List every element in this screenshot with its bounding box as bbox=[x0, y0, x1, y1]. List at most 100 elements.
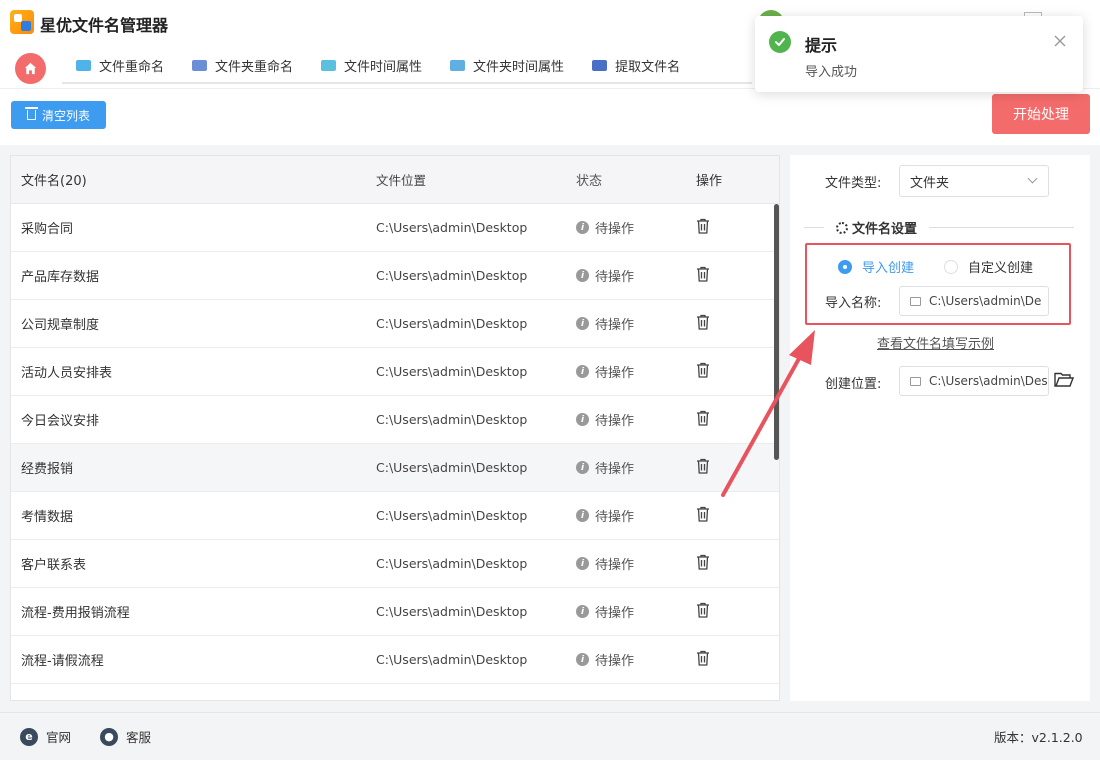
info-icon: i bbox=[576, 557, 589, 570]
clear-list-label: 清空列表 bbox=[41, 108, 90, 123]
row-location: C:\Users\admin\Desktop bbox=[376, 364, 528, 379]
tab-icon bbox=[321, 59, 337, 71]
header-filename: 文件名(20) bbox=[21, 174, 87, 189]
delete-icon[interactable] bbox=[696, 314, 710, 330]
delete-icon[interactable] bbox=[696, 362, 710, 378]
row-status: i 待操作 bbox=[566, 362, 686, 381]
table-row[interactable]: 今日会议安排 C:\Users\admin\Desktop i 待操作 bbox=[11, 396, 779, 444]
delete-icon[interactable] bbox=[696, 602, 710, 618]
delete-icon[interactable] bbox=[696, 218, 710, 234]
start-process-button[interactable]: 开始处理 bbox=[992, 94, 1090, 134]
row-filename: 经费报销 bbox=[21, 462, 74, 477]
row-location: C:\Users\admin\Desktop bbox=[376, 316, 528, 331]
trash-icon bbox=[24, 107, 38, 120]
file-table: 文件名(20) 文件位置 状态 操作 采购合同 C:\Users\admin\De… bbox=[10, 155, 780, 701]
radio-custom-create[interactable]: 自定义创建 bbox=[944, 257, 1033, 276]
website-link[interactable]: e 官网 bbox=[20, 727, 71, 746]
footer: e 官网 ● 客服 版本：v2.1.2.0 bbox=[0, 712, 1100, 760]
row-filename: 公司规章制度 bbox=[21, 318, 100, 333]
home-icon bbox=[24, 62, 37, 75]
open-folder-icon[interactable] bbox=[1054, 372, 1074, 388]
create-location-input[interactable]: C:\Users\admin\Des bbox=[899, 366, 1049, 396]
tab-label: 文件重命名 bbox=[99, 59, 165, 75]
info-icon: i bbox=[576, 653, 589, 666]
home-button[interactable] bbox=[15, 53, 46, 84]
row-filename: 考情数据 bbox=[21, 510, 74, 525]
folder-icon bbox=[910, 296, 921, 306]
toast-title: 提示 bbox=[805, 36, 838, 55]
info-icon: i bbox=[576, 365, 589, 378]
table-row[interactable]: 采购合同 C:\Users\admin\Desktop i 待操作 bbox=[11, 204, 779, 252]
import-name-input[interactable]: C:\Users\admin\De bbox=[899, 286, 1049, 316]
row-status: i 待操作 bbox=[566, 554, 686, 573]
row-location: C:\Users\admin\Desktop bbox=[376, 604, 528, 619]
tab-2[interactable]: 文件时间属性 bbox=[307, 48, 436, 82]
row-status: i 待操作 bbox=[566, 266, 686, 285]
delete-icon[interactable] bbox=[696, 458, 710, 474]
annotation-arrow bbox=[721, 330, 815, 497]
table-row[interactable]: 流程-请假流程 C:\Users\admin\Desktop i 待操作 bbox=[11, 636, 779, 684]
row-filename: 活动人员安排表 bbox=[21, 366, 113, 381]
tab-4[interactable]: 提取文件名 bbox=[578, 48, 694, 82]
row-action bbox=[686, 554, 766, 574]
delete-icon[interactable] bbox=[696, 650, 710, 666]
table-row[interactable]: 经费报销 C:\Users\admin\Desktop i 待操作 bbox=[11, 444, 779, 492]
info-icon: i bbox=[576, 605, 589, 618]
tab-icon bbox=[76, 59, 91, 71]
table-row[interactable]: 考情数据 C:\Users\admin\Desktop i 待操作 bbox=[11, 492, 779, 540]
example-link[interactable]: 查看文件名填写示例 bbox=[877, 333, 994, 352]
info-icon: i bbox=[576, 509, 589, 522]
tab-label: 文件夹重命名 bbox=[215, 59, 294, 75]
app-title: 星优文件名管理器 bbox=[40, 16, 169, 35]
header-action: 操作 bbox=[696, 174, 723, 189]
tab-0[interactable]: 文件重命名 bbox=[62, 48, 178, 82]
clear-list-button[interactable]: 清空列表 bbox=[11, 101, 106, 129]
info-icon: i bbox=[576, 461, 589, 474]
app-logo-icon bbox=[10, 10, 34, 34]
table-header: 文件名(20) 文件位置 状态 操作 bbox=[11, 156, 779, 204]
row-location: C:\Users\admin\Desktop bbox=[376, 508, 528, 523]
row-filename: 流程-费用报销流程 bbox=[21, 606, 130, 621]
toolbar: 清空列表 开始处理 bbox=[0, 88, 1100, 145]
radio-unchecked-icon bbox=[944, 259, 959, 274]
chat-icon: ● bbox=[100, 727, 118, 746]
table-row[interactable]: 流程-费用报销流程 C:\Users\admin\Desktop i 待操作 bbox=[11, 588, 779, 636]
version-text: 版本：v2.1.2.0 bbox=[994, 730, 1083, 745]
tab-1[interactable]: 文件夹重命名 bbox=[178, 48, 307, 82]
row-action bbox=[686, 218, 766, 238]
nav-tabs: 文件重命名 文件夹重命名 文件时间属性 文件夹时间属性 提取文件名 bbox=[62, 48, 752, 84]
gear-icon bbox=[836, 221, 848, 234]
table-row[interactable]: 活动人员安排表 C:\Users\admin\Desktop i 待操作 bbox=[11, 348, 779, 396]
radio-import-create[interactable]: 导入创建 bbox=[838, 257, 914, 276]
table-row[interactable]: 公司规章制度 C:\Users\admin\Desktop i 待操作 bbox=[11, 300, 779, 348]
close-icon[interactable] bbox=[1053, 34, 1067, 48]
delete-icon[interactable] bbox=[696, 506, 710, 522]
row-status: i 待操作 bbox=[566, 458, 686, 477]
info-icon: i bbox=[576, 413, 589, 426]
row-location: C:\Users\admin\Desktop bbox=[376, 652, 528, 667]
row-filename: 今日会议安排 bbox=[21, 414, 100, 429]
row-status: i 待操作 bbox=[566, 602, 686, 621]
radio-checked-icon bbox=[838, 259, 852, 274]
delete-icon[interactable] bbox=[696, 266, 710, 282]
info-icon: i bbox=[576, 221, 589, 234]
tab-3[interactable]: 文件夹时间属性 bbox=[436, 48, 578, 82]
row-location: C:\Users\admin\Desktop bbox=[376, 268, 528, 283]
table-row[interactable]: 客户联系表 C:\Users\admin\Desktop i 待操作 bbox=[11, 540, 779, 588]
folder-icon bbox=[910, 376, 921, 386]
table-row[interactable]: 产品库存数据 C:\Users\admin\Desktop i 待操作 bbox=[11, 252, 779, 300]
delete-icon[interactable] bbox=[696, 410, 710, 426]
row-action bbox=[686, 506, 766, 526]
delete-icon[interactable] bbox=[696, 554, 710, 570]
row-location: C:\Users\admin\Desktop bbox=[376, 412, 528, 427]
create-mode-radios: 导入创建 自定义创建 bbox=[838, 257, 1033, 276]
tab-label: 文件时间属性 bbox=[344, 59, 423, 75]
row-filename: 产品库存数据 bbox=[21, 270, 100, 285]
row-status: i 待操作 bbox=[566, 650, 686, 669]
file-type-select[interactable]: 文件夹 bbox=[899, 165, 1049, 197]
import-name-label: 导入名称: bbox=[825, 296, 882, 311]
file-type-label: 文件类型: bbox=[825, 176, 882, 191]
success-check-icon bbox=[769, 31, 791, 53]
support-link[interactable]: ● 客服 bbox=[100, 727, 151, 746]
row-filename: 流程-请假流程 bbox=[21, 654, 104, 669]
